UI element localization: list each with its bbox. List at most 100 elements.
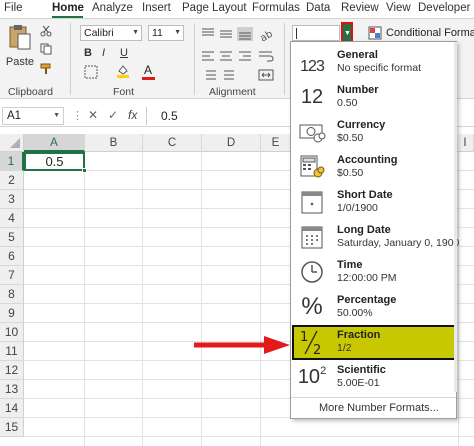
- row-header[interactable]: 2: [0, 171, 24, 190]
- font-color-button[interactable]: A: [144, 63, 152, 77]
- format-name: General: [337, 49, 378, 61]
- column-header-a[interactable]: A: [24, 134, 85, 152]
- svg-text:1: 1: [300, 330, 308, 345]
- fill-handle[interactable]: [82, 168, 87, 173]
- calendar-long-icon: [296, 222, 328, 252]
- number-icon-text: 12: [300, 85, 324, 108]
- merge-center-icon[interactable]: [258, 69, 274, 81]
- orientation-icon[interactable]: ab: [258, 27, 274, 41]
- horizontal-align-icons[interactable]: [200, 49, 254, 63]
- copy-icon[interactable]: [40, 43, 52, 55]
- gridline: [260, 152, 261, 446]
- format-option-scientific[interactable]: 10 2 Scientific 5.00E-01: [292, 360, 456, 395]
- format-option-percentage[interactable]: % Percentage 50.00%: [292, 290, 456, 325]
- percent-icon: %: [296, 292, 328, 322]
- cell-a1[interactable]: 0.5: [24, 152, 87, 173]
- borders-icon[interactable]: [84, 65, 98, 79]
- row-header[interactable]: 7: [0, 266, 24, 285]
- tab-home[interactable]: Home: [52, 2, 84, 14]
- format-option-number[interactable]: 12 Number 0.50: [292, 80, 456, 115]
- row-header[interactable]: 5: [0, 228, 24, 247]
- format-name: Time: [337, 259, 363, 271]
- tab-data[interactable]: Data: [306, 2, 330, 14]
- name-box-value: A1: [7, 110, 22, 122]
- format-option-short-date[interactable]: Short Date 1/0/1900: [292, 185, 456, 220]
- font-name-value: Calibri: [84, 27, 114, 39]
- format-option-accounting[interactable]: Accounting $0.50: [292, 150, 456, 185]
- tab-file[interactable]: File: [4, 2, 23, 14]
- gridline: [458, 152, 459, 446]
- insert-function-icon[interactable]: fx: [128, 108, 137, 122]
- bold-button[interactable]: B: [84, 46, 92, 60]
- wrap-text-icon[interactable]: [258, 49, 274, 63]
- row-header[interactable]: 9: [0, 304, 24, 323]
- format-name: Short Date: [337, 189, 393, 201]
- select-all-corner[interactable]: [0, 134, 24, 152]
- scientific-icon-text: 10: [297, 365, 321, 388]
- format-sample: Saturday, January 0, 1900: [337, 237, 460, 249]
- font-size-value: 11: [152, 27, 163, 39]
- format-option-currency[interactable]: Currency $0.50: [292, 115, 456, 150]
- formula-bar-dots: ⋮: [72, 110, 83, 122]
- vertical-align-icons[interactable]: [200, 27, 254, 41]
- column-header-d[interactable]: D: [202, 134, 261, 152]
- format-option-time[interactable]: Time 12:00:00 PM: [292, 255, 456, 290]
- format-name: Scientific: [337, 364, 386, 376]
- column-header-c[interactable]: C: [143, 134, 202, 152]
- dropdown-scrollbar[interactable]: [454, 42, 457, 392]
- cell-a1-value: 0.5: [45, 154, 64, 169]
- cancel-icon[interactable]: ✕: [88, 108, 98, 122]
- column-header-i[interactable]: I: [457, 134, 474, 152]
- column-header-b[interactable]: B: [85, 134, 143, 152]
- format-sample: 5.00E-01: [337, 377, 380, 389]
- formula-value: 0.5: [161, 109, 178, 123]
- row-header[interactable]: 4: [0, 209, 24, 228]
- tab-view[interactable]: View: [386, 2, 411, 14]
- font-name-combo[interactable]: Calibri ▼: [80, 25, 142, 41]
- conditional-formatting-icon[interactable]: [368, 26, 382, 40]
- scientific-icon-exponent: 2: [320, 365, 327, 377]
- divider: [284, 23, 285, 95]
- name-box[interactable]: A1 ▼: [2, 107, 64, 125]
- row-header[interactable]: 8: [0, 285, 24, 304]
- tab-page-layout[interactable]: Page Layout: [182, 2, 247, 14]
- row-header[interactable]: 11: [0, 342, 24, 361]
- red-arrow-annotation: [194, 336, 290, 354]
- chevron-down-icon: ▼: [344, 30, 351, 37]
- column-header-e[interactable]: E: [261, 134, 291, 152]
- row-header[interactable]: 15: [0, 418, 24, 437]
- paste-button[interactable]: Paste: [4, 23, 36, 69]
- tab-analyze[interactable]: Analyze: [92, 2, 133, 14]
- row-header[interactable]: 13: [0, 380, 24, 399]
- conditional-formatting-label[interactable]: Conditional Formatti: [386, 27, 474, 39]
- row-header[interactable]: 14: [0, 399, 24, 418]
- format-sample: $0.50: [337, 132, 364, 144]
- row-header[interactable]: 1: [0, 152, 24, 171]
- gridline: [142, 152, 143, 446]
- underline-button[interactable]: U: [120, 46, 128, 60]
- group-label-font: Font: [113, 86, 135, 98]
- row-header[interactable]: 3: [0, 190, 24, 209]
- row-header[interactable]: 6: [0, 247, 24, 266]
- cut-icon[interactable]: [40, 25, 52, 37]
- row-header[interactable]: 10: [0, 323, 24, 342]
- format-option-long-date[interactable]: Long Date Saturday, January 0, 1900: [292, 220, 460, 255]
- tab-review[interactable]: Review: [341, 2, 379, 14]
- tab-developer[interactable]: Developer: [418, 2, 470, 14]
- format-option-fraction[interactable]: 12 Fraction 1/2: [292, 325, 456, 360]
- fill-color-icon[interactable]: [116, 63, 130, 79]
- italic-button[interactable]: I: [102, 46, 105, 60]
- tab-formulas[interactable]: Formulas: [252, 2, 300, 14]
- number-format-combo[interactable]: [292, 25, 340, 41]
- enter-icon[interactable]: ✓: [108, 108, 118, 122]
- indent-icons[interactable]: [200, 69, 254, 81]
- paste-label: Paste: [5, 56, 35, 68]
- calendar-icon: [296, 187, 328, 217]
- tab-insert[interactable]: Insert: [142, 2, 171, 14]
- format-painter-icon[interactable]: [40, 63, 52, 75]
- font-size-combo[interactable]: 11 ▼: [148, 25, 184, 41]
- more-number-formats-link[interactable]: More Number Formats...: [319, 402, 439, 414]
- row-header[interactable]: 12: [0, 361, 24, 380]
- format-option-general[interactable]: 123 General No specific format: [292, 45, 456, 80]
- select-all-icon: [10, 138, 20, 148]
